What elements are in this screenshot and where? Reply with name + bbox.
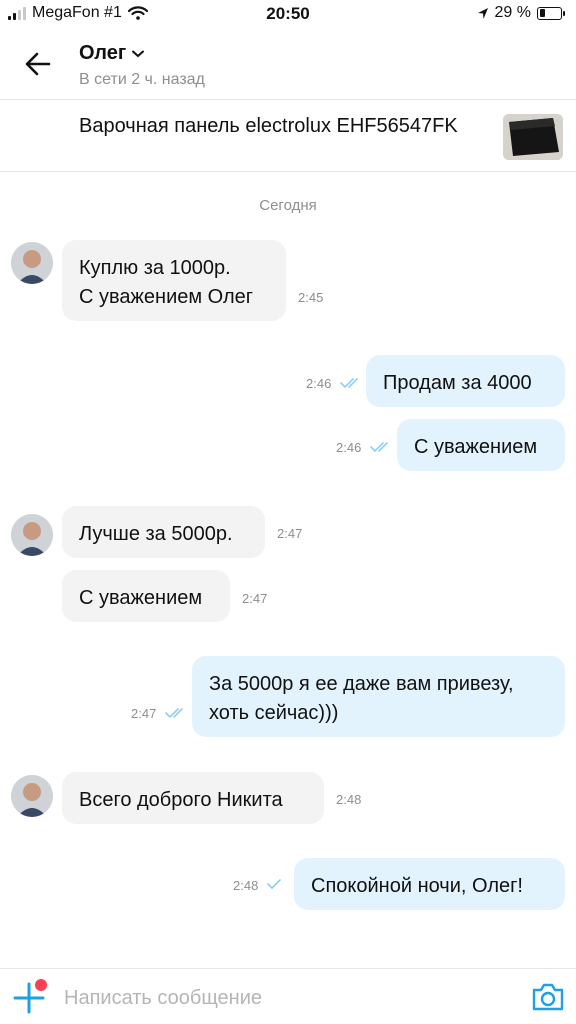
- message-bubble-outgoing[interactable]: Продам за 4000: [366, 355, 565, 407]
- double-check-icon: [340, 378, 358, 388]
- message-text: С уважением: [79, 587, 203, 609]
- check-icon: [267, 879, 281, 889]
- message-bubble-outgoing[interactable]: Спокойной ночи, Олег!: [294, 858, 565, 910]
- attach-button[interactable]: [12, 979, 47, 1015]
- last-seen-status: В сети 2 ч. назад: [79, 71, 205, 88]
- message-time: 2:46: [336, 440, 362, 455]
- message-text: Всего доброго Никита: [79, 789, 283, 811]
- avatar[interactable]: [11, 242, 53, 284]
- message-text: Лучше за 5000р.: [79, 523, 233, 545]
- message-time: 2:45: [298, 290, 324, 305]
- double-check-icon: [165, 708, 183, 718]
- message-bubble-incoming[interactable]: Всего доброго Никита: [62, 772, 324, 824]
- message-time: 2:47: [131, 706, 157, 721]
- message-time: 2:46: [306, 376, 332, 391]
- message-text-line: С уважением Олег: [79, 286, 254, 308]
- notification-dot: [35, 979, 47, 991]
- chat-header: Олег В сети 2 ч. назад: [0, 28, 576, 100]
- camera-icon[interactable]: [531, 982, 565, 1012]
- double-check-icon: [370, 442, 388, 452]
- date-separator: Сегодня: [259, 197, 317, 214]
- message-text: Продам за 4000: [383, 372, 532, 394]
- battery-icon: [537, 6, 565, 20]
- listing-title: Варочная панель electrolux EHF56547FK: [79, 115, 458, 137]
- message-text: Спокойной ночи, Олег!: [311, 875, 523, 897]
- battery-percent: 29 %: [494, 4, 531, 21]
- message-composer: Написать сообщение: [0, 968, 576, 1024]
- message-time: 2:48: [336, 792, 362, 807]
- cooktop-image-icon: [503, 114, 563, 160]
- message-text-line: хоть сейчас))): [209, 702, 339, 724]
- message-input[interactable]: Написать сообщение: [64, 987, 262, 1010]
- message-bubble-outgoing[interactable]: За 5000р я ее даже вам привезу, хоть сей…: [192, 656, 565, 737]
- message-time: 2:47: [277, 526, 303, 541]
- avatar[interactable]: [11, 514, 53, 556]
- message-bubble-incoming[interactable]: Куплю за 1000р. С уважением Олег: [62, 240, 286, 321]
- message-text-line: За 5000р я ее даже вам привезу,: [209, 673, 514, 695]
- avatar[interactable]: [11, 775, 53, 817]
- message-bubble-outgoing[interactable]: С уважением: [397, 419, 565, 471]
- message-bubble-incoming[interactable]: С уважением: [62, 570, 230, 622]
- status-bar: MegaFon #1 20:50 29 %: [0, 0, 576, 28]
- contact-name: Олег: [79, 42, 127, 64]
- message-bubble-incoming[interactable]: Лучше за 5000р.: [62, 506, 265, 558]
- message-text-line: Куплю за 1000р.: [79, 257, 231, 279]
- message-time: 2:47: [242, 591, 268, 606]
- status-right: 29 %: [477, 4, 565, 22]
- message-text: С уважением: [414, 436, 538, 458]
- contact-name-button[interactable]: Олег: [79, 42, 145, 65]
- listing-item[interactable]: Варочная панель electrolux EHF56547FK: [0, 100, 576, 172]
- listing-thumbnail[interactable]: [503, 114, 563, 160]
- location-icon: [477, 7, 488, 19]
- back-arrow-icon[interactable]: [22, 48, 54, 80]
- chevron-down-icon: [132, 50, 145, 57]
- message-time: 2:48: [233, 878, 259, 893]
